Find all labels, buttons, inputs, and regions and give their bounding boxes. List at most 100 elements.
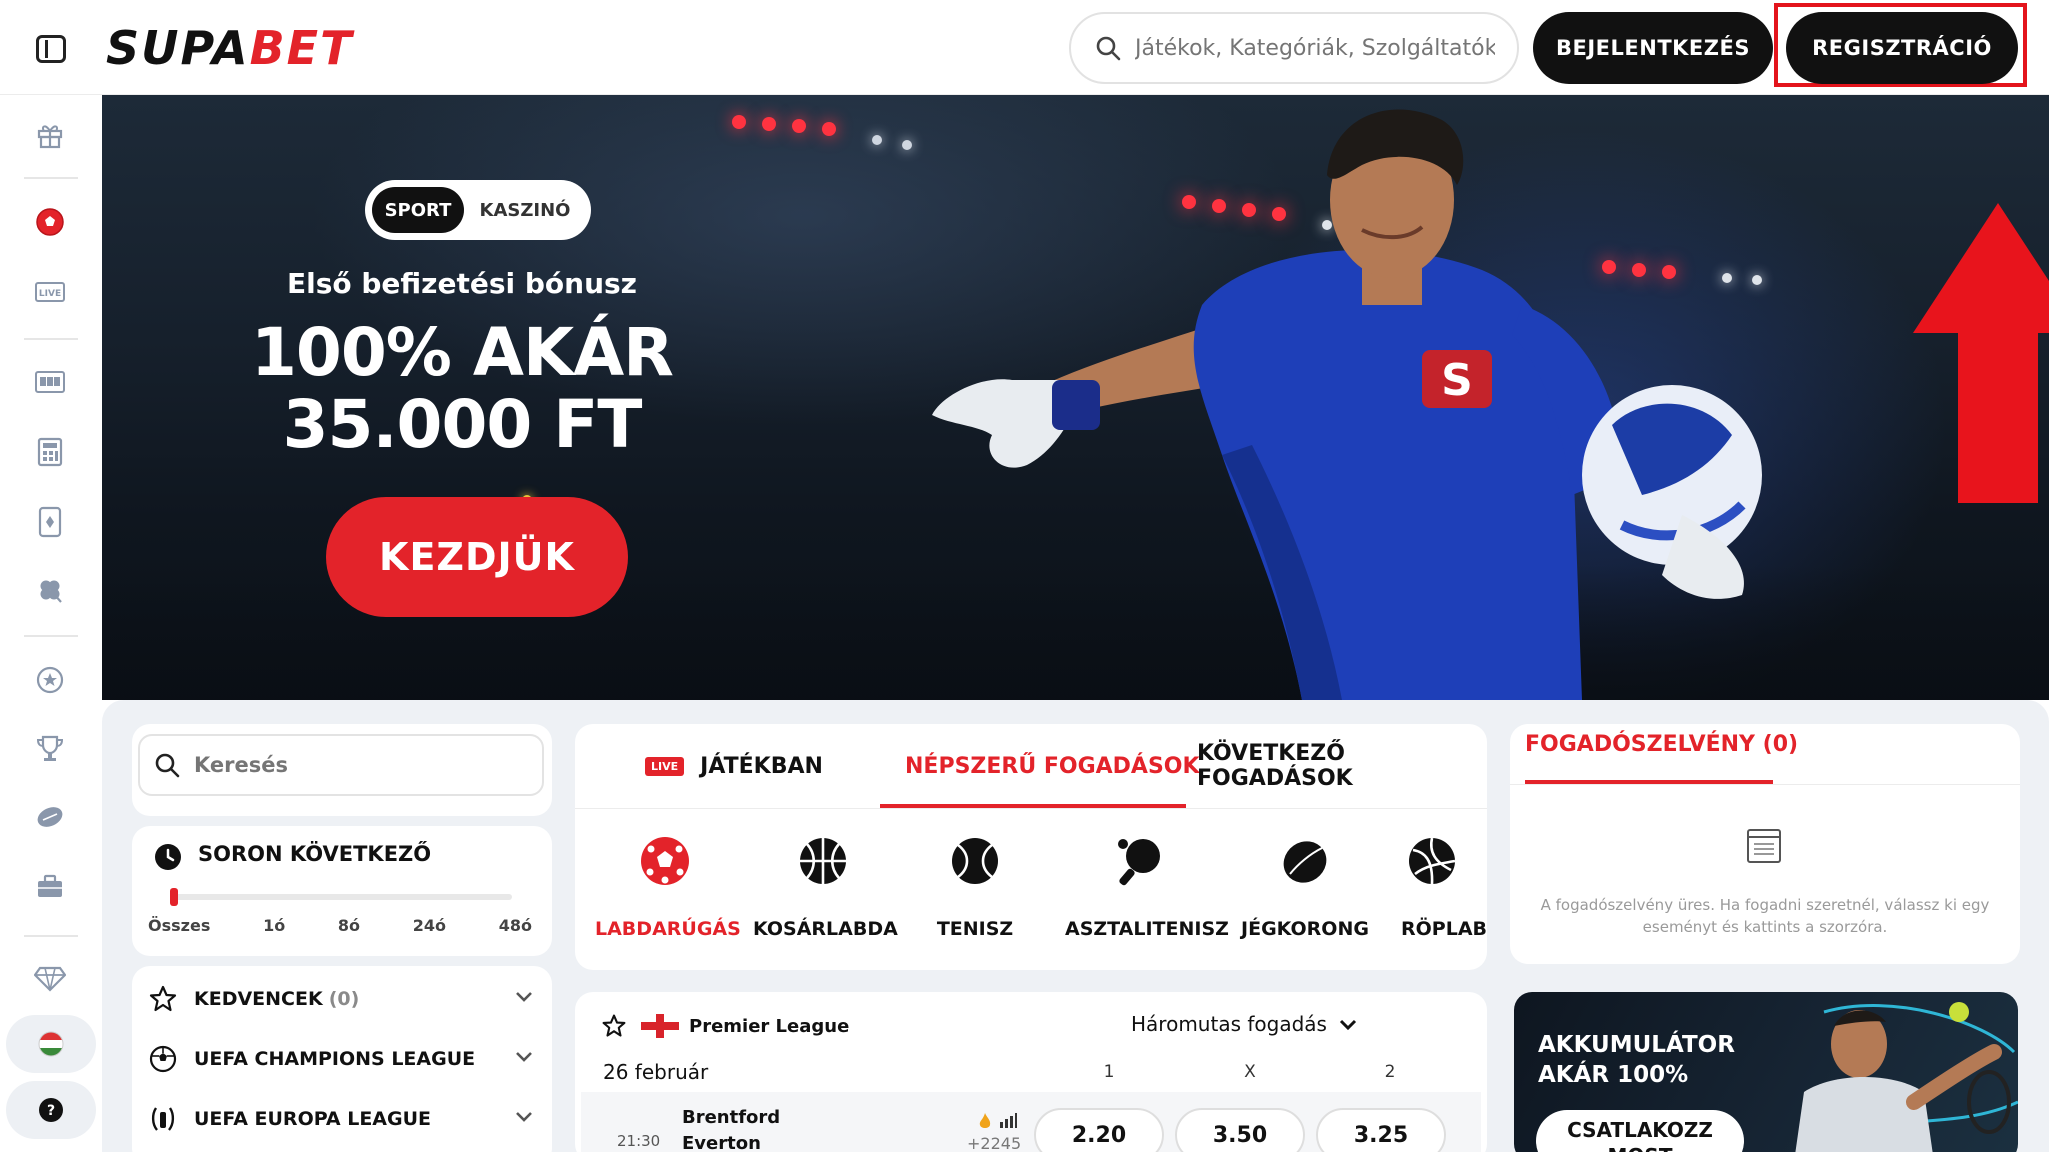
clock-icon bbox=[155, 844, 181, 870]
chevron-down-icon bbox=[516, 1112, 532, 1122]
sport-label: JÉGKORONG bbox=[1241, 918, 1369, 940]
match-date: 26 február bbox=[603, 1060, 709, 1084]
sport-casino-toggle[interactable]: SPORT KASZINÓ bbox=[365, 180, 591, 240]
odd-away-button[interactable]: 3.25 bbox=[1316, 1108, 1446, 1152]
accumulator-promo-card[interactable]: AKKUMULÁTOR AKÁR 100% CSATLAKOZZ MOST bbox=[1514, 992, 2018, 1152]
fire-icon bbox=[979, 1113, 991, 1128]
sport-label: RÖPLAB bbox=[1401, 918, 1487, 940]
language-selector[interactable] bbox=[6, 1015, 96, 1073]
tab-in-play[interactable]: LIVE JÁTÉKBAN bbox=[645, 724, 823, 808]
hero-title-line1: 100% AKÁR bbox=[251, 314, 674, 391]
league-label: UEFA CHAMPIONS LEAGUE bbox=[194, 1048, 476, 1070]
trophy-icon[interactable] bbox=[33, 731, 67, 765]
match-time: 21:30 bbox=[617, 1132, 661, 1150]
promo-title: AKKUMULÁTOR AKÁR 100% bbox=[1538, 1032, 1735, 1088]
sidebar-divider bbox=[24, 177, 78, 179]
slot-machine-icon[interactable] bbox=[33, 365, 67, 399]
toggle-sport[interactable]: SPORT bbox=[372, 187, 464, 233]
odd-draw-button[interactable]: 3.50 bbox=[1175, 1108, 1305, 1152]
top-bar: SUPABET BEJELENTKEZÉS REGISZTRÁCIÓ bbox=[0, 0, 2049, 95]
star-badge-icon[interactable] bbox=[33, 663, 67, 697]
diamond-icon[interactable] bbox=[33, 961, 67, 995]
odd-home-button[interactable]: 2.20 bbox=[1034, 1108, 1164, 1152]
tick-label[interactable]: 48ó bbox=[499, 916, 532, 935]
star-icon bbox=[149, 985, 177, 1012]
tab-popular-bets[interactable]: NÉPSZERŰ FOGADÁSOK bbox=[905, 724, 1200, 808]
volleyball-icon bbox=[1409, 837, 1456, 885]
league-row-europa[interactable]: UEFA EUROPA LEAGUE bbox=[148, 1094, 540, 1144]
league-label: UEFA EUROPA LEAGUE bbox=[194, 1108, 432, 1130]
favorites-row[interactable]: KEDVENCEK (0) bbox=[148, 974, 540, 1024]
time-filter-slider[interactable] bbox=[174, 894, 512, 900]
hungary-flag-icon bbox=[38, 1031, 64, 1057]
live-badge: LIVE bbox=[645, 756, 685, 776]
leagues-card: KEDVENCEK (0) UEFA CHAMPIONS LEAGUE UEFA… bbox=[132, 966, 552, 1152]
sport-volleyball[interactable]: RÖPLAB bbox=[1385, 834, 1487, 940]
toggle-casino[interactable]: KASZINÓ bbox=[469, 187, 581, 233]
star-icon[interactable] bbox=[601, 1013, 627, 1039]
rugby-icon[interactable] bbox=[33, 800, 67, 834]
sport-basketball[interactable]: KOSÁRLABDA bbox=[753, 834, 898, 940]
soccer-ball-icon bbox=[641, 837, 689, 885]
tab-label: JÁTÉKBAN bbox=[700, 753, 823, 779]
chevron-down-icon bbox=[1340, 1019, 1357, 1031]
more-markets-count[interactable]: +2245 bbox=[967, 1134, 1021, 1152]
clover-icon[interactable] bbox=[33, 573, 67, 607]
match-row[interactable]: 21:30 Brentford Everton +2245 2.20 3.50 … bbox=[581, 1092, 1481, 1152]
live-icon[interactable]: LIVE bbox=[33, 275, 67, 309]
europa-league-icon bbox=[151, 1107, 175, 1131]
register-button[interactable]: REGISZTRÁCIÓ bbox=[1786, 12, 2018, 84]
sport-tennis[interactable]: TENISZ bbox=[905, 834, 1045, 940]
help-icon-text: ? bbox=[47, 1103, 55, 1119]
jersey-badge-letter: S bbox=[1441, 355, 1473, 406]
promo-join-button[interactable]: CSATLAKOZZ MOST bbox=[1536, 1110, 1744, 1152]
bet-type-dropdown[interactable]: Háromutas fogadás bbox=[1131, 1012, 1357, 1036]
home-team: Brentford bbox=[682, 1107, 781, 1128]
sport-search-field[interactable] bbox=[138, 734, 544, 796]
sidebar-toggle-icon[interactable] bbox=[36, 35, 66, 63]
match-list-card: Premier League Háromutas fogadás 26 febr… bbox=[575, 992, 1487, 1152]
column-draw: X bbox=[1244, 1062, 1256, 1082]
sidebar-divider bbox=[24, 338, 78, 340]
sport-ice-hockey[interactable]: JÉGKORONG bbox=[1235, 834, 1375, 940]
login-button[interactable]: BEJELENTKEZÉS bbox=[1533, 12, 1773, 84]
sport-label: LABDARÚGÁS bbox=[595, 918, 741, 940]
app-root: SUPABET BEJELENTKEZÉS REGISZTRÁCIÓ LIVE bbox=[0, 0, 2049, 1152]
sidebar-divider bbox=[24, 935, 78, 937]
calculator-icon[interactable] bbox=[33, 435, 67, 469]
logo[interactable]: SUPABET bbox=[106, 20, 353, 76]
tick-label[interactable]: Összes bbox=[148, 916, 210, 935]
card-icon[interactable] bbox=[33, 505, 67, 539]
bet-slip-empty-text: A fogadószelvény üres. Ha fogadni szeret… bbox=[1540, 896, 1990, 936]
goalkeeper-image: S bbox=[932, 109, 1762, 700]
away-team: Everton bbox=[682, 1133, 761, 1152]
time-filter-ticks: Összes 1ó 8ó 24ó 48ó bbox=[148, 916, 538, 935]
briefcase-icon[interactable] bbox=[33, 869, 67, 903]
sidebar-divider bbox=[24, 635, 78, 637]
bet-slip-divider bbox=[1510, 784, 2020, 785]
sport-search-input[interactable] bbox=[194, 753, 514, 777]
league-row-champions[interactable]: UEFA CHAMPIONS LEAGUE bbox=[148, 1034, 540, 1084]
gift-icon[interactable] bbox=[33, 118, 67, 152]
sport-table-tennis[interactable]: ASZTALITENISZ bbox=[1065, 834, 1229, 940]
soccer-ball-icon[interactable] bbox=[33, 205, 67, 239]
sport-football[interactable]: LABDARÚGÁS bbox=[595, 834, 741, 940]
tab-next-bets[interactable]: KÖVETKEZŐ FOGADÁSOK bbox=[1197, 724, 1487, 808]
sport-label: TENISZ bbox=[936, 918, 1014, 940]
time-filter-thumb[interactable] bbox=[170, 888, 178, 906]
tick-label[interactable]: 8ó bbox=[338, 916, 360, 935]
tick-label[interactable]: 24ó bbox=[413, 916, 446, 935]
help-button[interactable]: ? bbox=[6, 1081, 96, 1139]
sport-label: ASZTALITENISZ bbox=[1065, 918, 1229, 940]
top-search-input[interactable] bbox=[1135, 35, 1495, 61]
tick-label[interactable]: 1ó bbox=[263, 916, 285, 935]
top-search-field[interactable] bbox=[1069, 12, 1519, 84]
hero-start-button[interactable]: KEZDJÜK bbox=[326, 497, 628, 617]
tab-label: NÉPSZERŰ FOGADÁSOK bbox=[905, 753, 1200, 779]
search-icon bbox=[1096, 36, 1121, 61]
bet-slip-title[interactable]: FOGADÓSZELVÉNY (0) bbox=[1525, 732, 1798, 757]
red-arrow-annotation bbox=[1913, 203, 2049, 503]
column-home: 1 bbox=[1103, 1062, 1115, 1082]
left-sidebar: LIVE ? bbox=[0, 95, 102, 1152]
upcoming-card: SORON KÖVETKEZŐ Összes 1ó 8ó 24ó 48ó bbox=[132, 826, 552, 956]
